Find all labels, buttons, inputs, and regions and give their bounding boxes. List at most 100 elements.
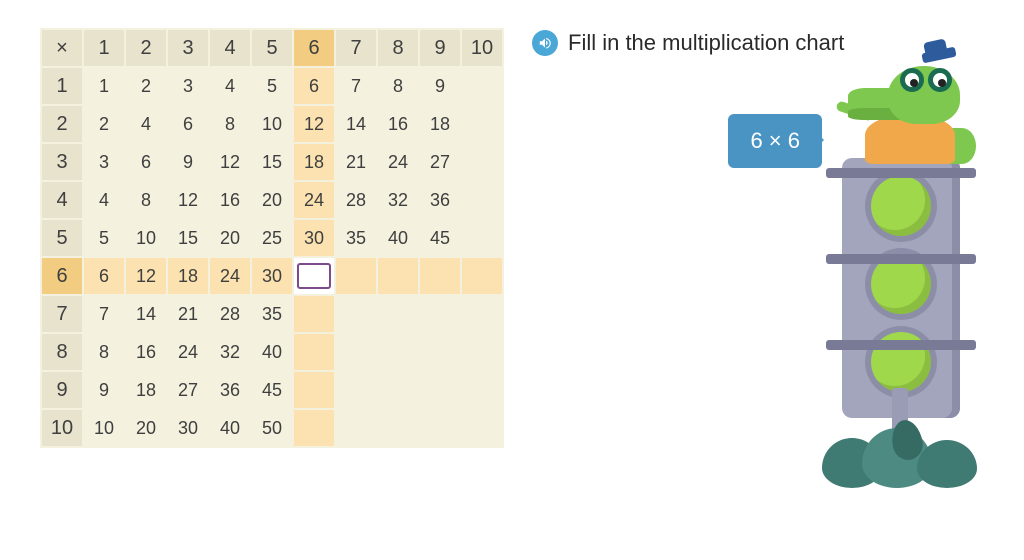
- chart-cell: 7: [336, 68, 376, 104]
- chart-cell: 50: [252, 410, 292, 446]
- chart-cell: 12: [210, 144, 250, 180]
- row-header: 6: [42, 258, 82, 294]
- chart-cell: 4: [126, 106, 166, 142]
- chart-cell: 9: [84, 372, 124, 408]
- col-header: 1: [84, 30, 124, 66]
- chart-cell: 32: [378, 182, 418, 218]
- chart-cell: [420, 410, 460, 446]
- chart-cell: [336, 296, 376, 332]
- chart-cell: 36: [210, 372, 250, 408]
- col-header: 2: [126, 30, 166, 66]
- chart-cell: 27: [168, 372, 208, 408]
- chart-cell: 24: [378, 144, 418, 180]
- col-header: 8: [378, 30, 418, 66]
- chart-cell: [420, 372, 460, 408]
- chart-cell: [462, 334, 502, 370]
- multiplication-chart: ×123456789101123456789224681012141618336…: [40, 28, 504, 448]
- chart-cell: 10: [84, 410, 124, 446]
- chart-cell: 12: [294, 106, 334, 142]
- chart-cell: [378, 334, 418, 370]
- chart-cell: 4: [210, 68, 250, 104]
- chart-cell: 10: [252, 106, 292, 142]
- row-header: 9: [42, 372, 82, 408]
- row-header: 4: [42, 182, 82, 218]
- row-header: 3: [42, 144, 82, 180]
- chart-corner: ×: [42, 30, 82, 66]
- chart-cell: [462, 258, 502, 294]
- chart-cell: 16: [210, 182, 250, 218]
- chart-cell: 16: [126, 334, 166, 370]
- chart-cell: 10: [126, 220, 166, 256]
- chart-cell: [294, 296, 334, 332]
- chart-cell: 24: [168, 334, 208, 370]
- col-header: 4: [210, 30, 250, 66]
- col-header: 5: [252, 30, 292, 66]
- chart-cell: [420, 334, 460, 370]
- chart-cell: 9: [420, 68, 460, 104]
- row-header: 2: [42, 106, 82, 142]
- chart-cell: 12: [168, 182, 208, 218]
- col-header: 3: [168, 30, 208, 66]
- chart-cell: 24: [210, 258, 250, 294]
- chart-cell: 14: [126, 296, 166, 332]
- chart-cell: 5: [84, 220, 124, 256]
- chart-cell: 16: [378, 106, 418, 142]
- col-header: 7: [336, 30, 376, 66]
- chart-cell: 6: [168, 106, 208, 142]
- chart-cell: [462, 106, 502, 142]
- chart-cell: 20: [210, 220, 250, 256]
- chart-cell: 20: [252, 182, 292, 218]
- chart-cell: 8: [126, 182, 166, 218]
- chart-cell: 18: [420, 106, 460, 142]
- crocodile-mascot: [830, 34, 975, 164]
- chart-cell: 1: [84, 68, 124, 104]
- chart-cell: 8: [84, 334, 124, 370]
- chart-cell: 45: [252, 372, 292, 408]
- row-header: 10: [42, 410, 82, 446]
- bush-illustration: [822, 418, 982, 488]
- chart-cell: 8: [378, 68, 418, 104]
- chart-cell: 9: [168, 144, 208, 180]
- active-cell[interactable]: [294, 258, 334, 294]
- chart-cell: [336, 334, 376, 370]
- mascot-illustration: [802, 0, 1002, 478]
- chart-cell: 30: [294, 220, 334, 256]
- chart-cell: 30: [252, 258, 292, 294]
- chart-cell: 14: [336, 106, 376, 142]
- chart-cell: 15: [168, 220, 208, 256]
- chart-cell: 21: [168, 296, 208, 332]
- chart-cell: [378, 410, 418, 446]
- chart-cell: [294, 334, 334, 370]
- chart-cell: [378, 258, 418, 294]
- chart-cell: 6: [294, 68, 334, 104]
- chart-cell: 6: [126, 144, 166, 180]
- chart-cell: 40: [378, 220, 418, 256]
- chart-cell: [462, 372, 502, 408]
- chart-cell: 24: [294, 182, 334, 218]
- chart-cell: 21: [336, 144, 376, 180]
- chart-cell: 28: [210, 296, 250, 332]
- chart-cell: 18: [294, 144, 334, 180]
- chart-cell: 30: [168, 410, 208, 446]
- chart-cell: [336, 410, 376, 446]
- chart-cell: 45: [420, 220, 460, 256]
- answer-input[interactable]: [297, 263, 331, 289]
- chart-cell: [336, 258, 376, 294]
- chart-cell: 12: [126, 258, 166, 294]
- row-header: 8: [42, 334, 82, 370]
- chart-cell: 7: [84, 296, 124, 332]
- chart-cell: 35: [252, 296, 292, 332]
- chart-cell: 2: [84, 106, 124, 142]
- chart-cell: [336, 372, 376, 408]
- chart-cell: [462, 296, 502, 332]
- chart-cell: [420, 258, 460, 294]
- traffic-light: [842, 158, 960, 418]
- chart-cell: [294, 372, 334, 408]
- chart-cell: 40: [210, 410, 250, 446]
- audio-icon[interactable]: [532, 30, 558, 56]
- chart-cell: 36: [420, 182, 460, 218]
- chart-cell: [294, 410, 334, 446]
- chart-cell: [420, 296, 460, 332]
- chart-cell: 18: [168, 258, 208, 294]
- chart-cell: 32: [210, 334, 250, 370]
